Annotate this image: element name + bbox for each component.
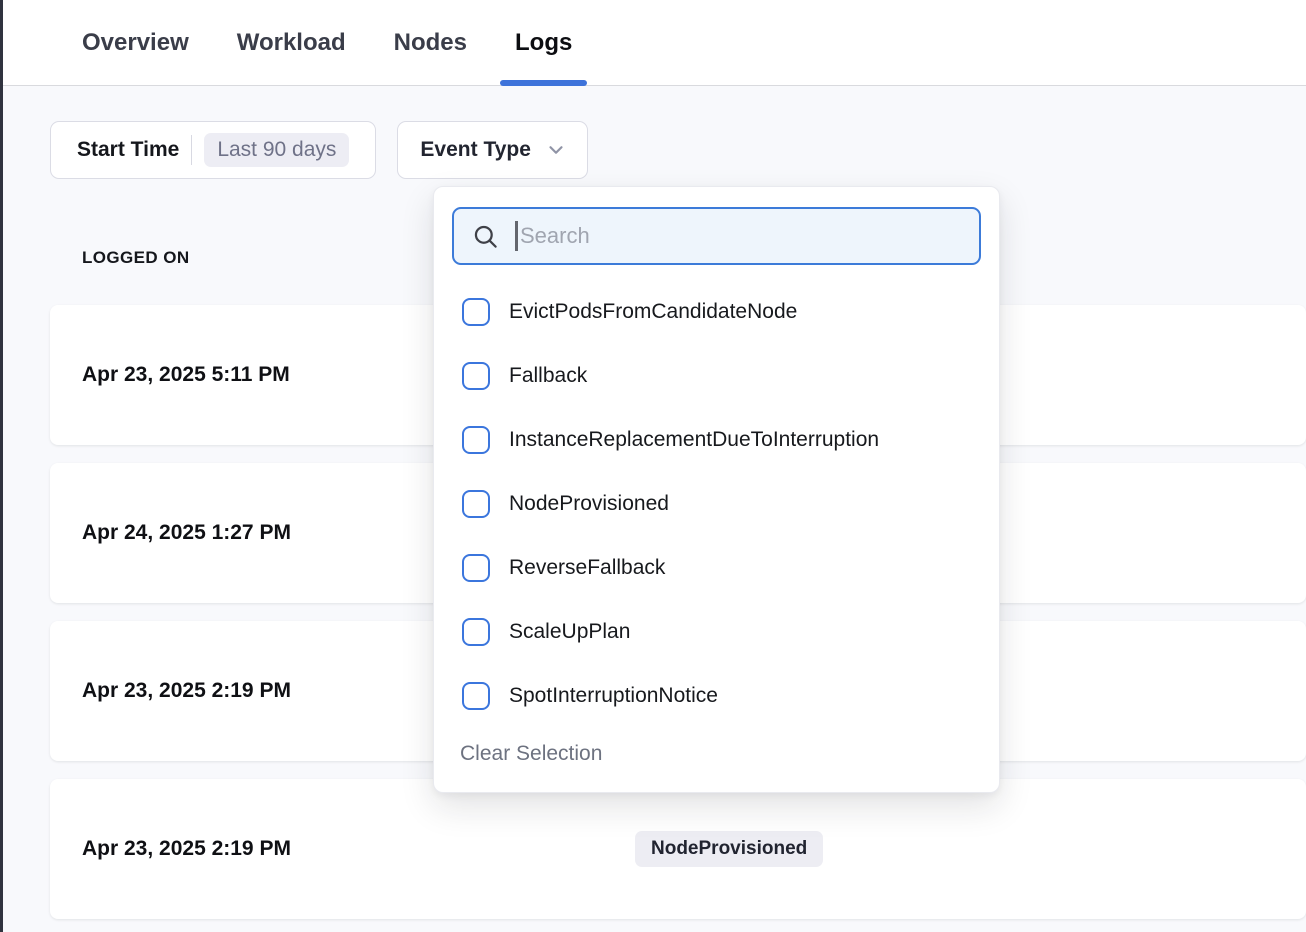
chevron-down-icon: [545, 139, 567, 161]
event-type-option[interactable]: Fallback: [434, 344, 999, 408]
filter-bar: Start Time Last 90 days Event Type: [50, 121, 588, 179]
option-label: EvictPodsFromCandidateNode: [509, 300, 797, 324]
logged-on-cell: Apr 23, 2025 2:19 PM: [82, 837, 291, 861]
table-row[interactable]: Apr 23, 2025 2:19 PM NodeProvisioned: [50, 779, 1306, 919]
event-type-badge: NodeProvisioned: [635, 831, 823, 867]
checkbox-icon[interactable]: [462, 618, 490, 646]
checkbox-icon[interactable]: [462, 362, 490, 390]
search-input[interactable]: [520, 223, 979, 249]
checkbox-icon[interactable]: [462, 298, 490, 326]
logged-on-column-header: LOGGED ON: [82, 248, 190, 268]
text-caret: [515, 221, 518, 251]
tab-logs[interactable]: Logs: [515, 0, 572, 85]
left-edge-divider: [0, 0, 3, 932]
dropdown-search[interactable]: [452, 207, 981, 265]
option-label: SpotInterruptionNotice: [509, 684, 718, 708]
option-label: Fallback: [509, 364, 587, 388]
event-type-option[interactable]: ScaleUpPlan: [434, 600, 999, 664]
search-icon: [472, 223, 499, 250]
start-time-value[interactable]: Last 90 days: [204, 133, 349, 167]
logged-on-cell: Apr 23, 2025 5:11 PM: [82, 363, 290, 387]
logged-on-cell: Apr 24, 2025 1:27 PM: [82, 521, 291, 545]
checkbox-icon[interactable]: [462, 426, 490, 454]
event-type-option[interactable]: EvictPodsFromCandidateNode: [434, 280, 999, 344]
logged-on-cell: Apr 23, 2025 2:19 PM: [82, 679, 291, 703]
tab-workload[interactable]: Workload: [237, 0, 346, 85]
tab-nodes[interactable]: Nodes: [394, 0, 467, 85]
start-time-label: Start Time: [77, 138, 179, 162]
event-type-option[interactable]: NodeProvisioned: [434, 472, 999, 536]
tab-overview[interactable]: Overview: [82, 0, 189, 85]
event-type-options: EvictPodsFromCandidateNode Fallback Inst…: [434, 280, 999, 728]
logs-screen: Overview Workload Nodes Logs Start Time …: [0, 0, 1306, 932]
event-type-option[interactable]: SpotInterruptionNotice: [434, 664, 999, 728]
start-time-filter[interactable]: Start Time Last 90 days: [50, 121, 376, 179]
event-type-option[interactable]: InstanceReplacementDueToInterruption: [434, 408, 999, 472]
event-type-filter[interactable]: Event Type: [397, 121, 587, 179]
tab-bar: Overview Workload Nodes Logs: [0, 0, 1306, 86]
logs-page: Start Time Last 90 days Event Type LOGGE…: [0, 86, 1306, 932]
option-label: InstanceReplacementDueToInterruption: [509, 428, 879, 452]
option-label: ReverseFallback: [509, 556, 665, 580]
checkbox-icon[interactable]: [462, 682, 490, 710]
checkbox-icon[interactable]: [462, 554, 490, 582]
event-type-option[interactable]: ReverseFallback: [434, 536, 999, 600]
option-label: NodeProvisioned: [509, 492, 669, 516]
clear-selection-button[interactable]: Clear Selection: [460, 742, 602, 766]
checkbox-icon[interactable]: [462, 490, 490, 518]
filter-divider: [191, 135, 192, 165]
option-label: ScaleUpPlan: [509, 620, 630, 644]
event-type-label: Event Type: [420, 138, 530, 162]
event-type-dropdown: EvictPodsFromCandidateNode Fallback Inst…: [433, 186, 1000, 793]
